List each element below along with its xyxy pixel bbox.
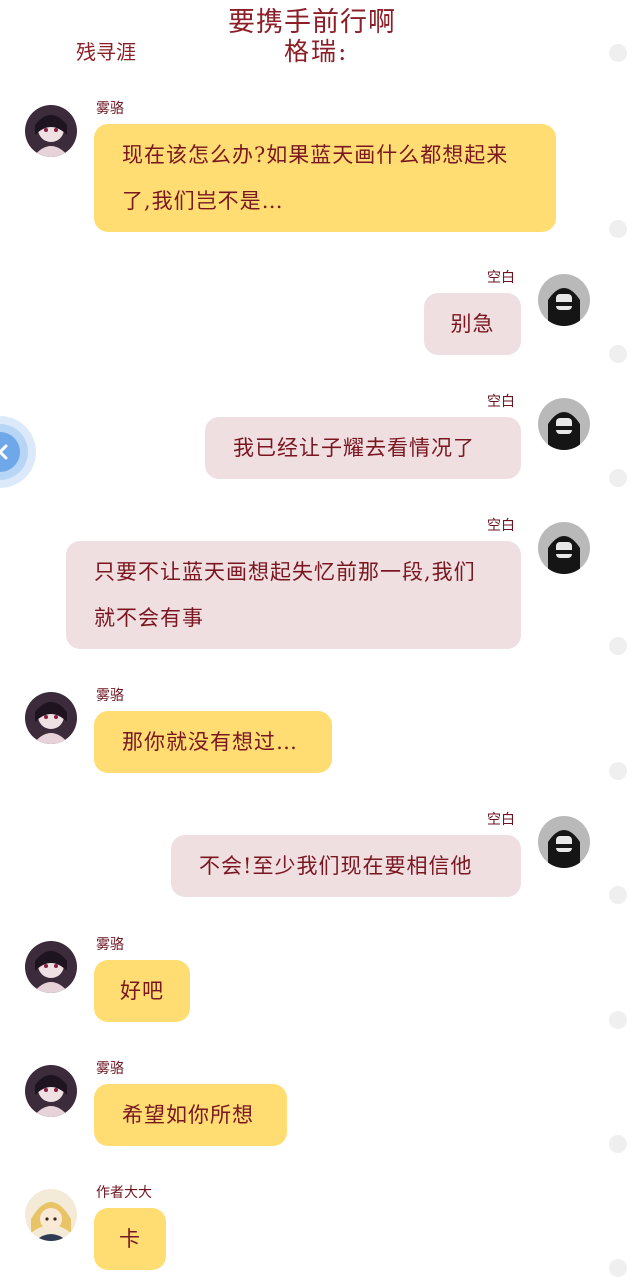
sender-name: 空白 [487,518,515,534]
kongbai-avatar[interactable] [538,398,590,450]
message-bubble[interactable]: 只要不让蓝天画想起失忆前那一段,我们就不会有事 [66,541,521,649]
sender-name: 空白 [487,270,515,286]
scroll-dot [609,44,627,62]
scroll-dot [609,469,627,487]
scroll-dot [609,345,627,363]
sender-name: 雾骆 [96,1061,124,1077]
message-bubble[interactable]: 那你就没有想过… [94,711,332,773]
sender-name: 作者大大 [96,1185,152,1201]
message-bubble[interactable]: 卡 [94,1208,166,1270]
scroll-dot [609,1259,627,1277]
kongbai-avatar[interactable] [538,522,590,574]
message-bubble[interactable]: 好吧 [94,960,190,1022]
message-bubble[interactable]: 不会!至少我们现在要相信他 [171,835,521,897]
message-bubble[interactable]: 现在该怎么办?如果蓝天画什么都想起来了,我们岂不是… [94,124,556,232]
wuluo-avatar[interactable] [25,1065,77,1117]
sender-name: 空白 [487,394,515,410]
wuluo-avatar[interactable] [25,941,77,993]
sender-name: 空白 [487,812,515,828]
scroll-dot [609,886,627,904]
message-bubble[interactable]: 我已经让子耀去看情况了 [205,417,521,479]
wuluo-avatar[interactable] [25,105,77,157]
speaker-heading: 格瑞: [284,37,349,66]
wuluo-avatar[interactable] [25,692,77,744]
close-x-icon [0,416,36,488]
kongbai-avatar[interactable] [538,816,590,868]
message-bubble[interactable]: 希望如你所想 [94,1084,287,1146]
scroll-dot [609,1011,627,1029]
chat-header: 要携手前行啊 格瑞: 残寻涯 [0,0,640,70]
sender-name: 雾骆 [96,688,124,704]
sender-name: 雾骆 [96,101,124,117]
author-name: 残寻涯 [76,40,136,64]
floating-close-button[interactable] [0,412,36,492]
scroll-dot [609,1135,627,1153]
scroll-dot [609,637,627,655]
scroll-dot [609,762,627,780]
scroll-dot [609,220,627,238]
sender-name: 雾骆 [96,937,124,953]
author-avatar[interactable] [25,1189,77,1241]
message-bubble[interactable]: 别急 [424,293,521,355]
kongbai-avatar[interactable] [538,274,590,326]
